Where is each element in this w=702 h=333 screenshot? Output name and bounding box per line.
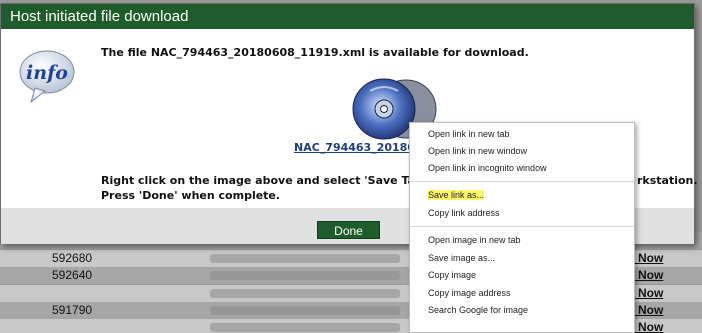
menu-item-open-image-new-tab[interactable]: Open image in new tab [410,232,634,249]
row-id: 592640 [52,268,93,282]
file-download-link[interactable]: NAC_794463_20180 [294,141,415,154]
instruction-line-2: Press 'Done' when complete. [101,189,281,202]
instruction-line-1: Right click on the image above and selec… [101,174,436,187]
svg-text:info: info [26,62,68,84]
done-button[interactable]: Done [317,221,380,239]
instruction-line-1-end: rkstation. [637,174,698,187]
row-link[interactable]: r Now [630,303,663,317]
menu-item-search-google-image[interactable]: Search Google for image [410,302,634,319]
menu-item-open-link-new-tab[interactable]: Open link in new tab [410,126,634,143]
menu-item-copy-image-address[interactable]: Copy image address [410,285,634,302]
redacted-text [210,254,400,263]
redacted-text [210,323,400,332]
menu-separator [410,181,634,182]
row-link[interactable]: r Now [630,286,663,300]
row-link[interactable]: r Now [630,320,663,333]
dialog-title-bar: Host initiated file download [1,4,694,31]
redacted-text [210,306,400,315]
menu-separator [410,226,634,227]
row-link[interactable]: r Now [630,268,663,282]
redacted-text [210,289,400,298]
row-link[interactable]: r Now [630,251,663,265]
context-menu: Open link in new tab Open link in new wi… [409,122,635,333]
row-id: 592680 [52,251,93,265]
menu-item-save-link-as[interactable]: Save link as... [410,187,634,204]
menu-item-open-link-new-window[interactable]: Open link in new window [410,143,634,160]
download-message: The file NAC_794463_20180608_11919.xml i… [101,46,529,59]
menu-item-save-image-as[interactable]: Save image as... [410,250,634,267]
menu-item-copy-link-address[interactable]: Copy link address [410,205,634,222]
info-icon: info [19,50,75,104]
redacted-text [210,271,400,280]
row-id: 591790 [52,303,93,317]
menu-item-copy-image[interactable]: Copy image [410,267,634,284]
dialog-title: Host initiated file download [10,8,189,25]
menu-item-open-link-incognito[interactable]: Open link in incognito window [410,160,634,177]
